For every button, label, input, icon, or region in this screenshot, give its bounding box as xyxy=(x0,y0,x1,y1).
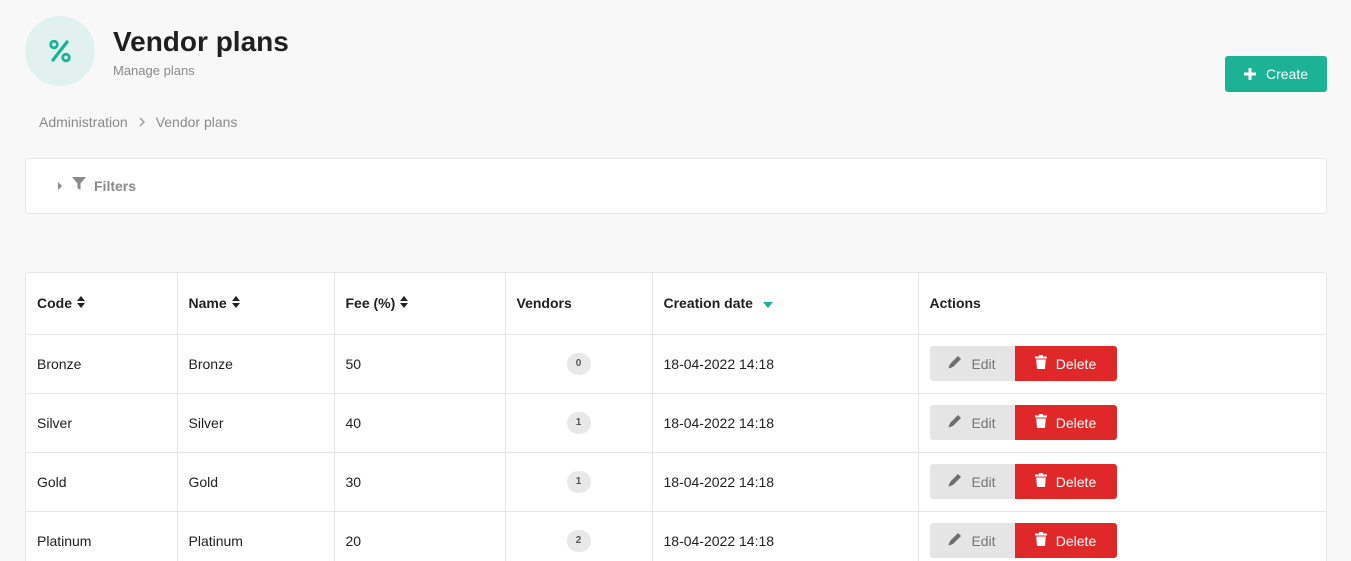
table-row: Silver Silver 40 1 18-04-2022 14:18 Edit xyxy=(26,393,1326,453)
create-button[interactable]: Create xyxy=(1225,56,1327,92)
column-header-code[interactable]: Code xyxy=(26,273,178,335)
filters-toggle[interactable]: Filters xyxy=(56,177,136,194)
cell-actions: Edit Delete xyxy=(918,334,1326,394)
cell-code: Platinum xyxy=(26,511,178,561)
pencil-icon xyxy=(948,355,962,372)
cell-vendors: 1 xyxy=(505,452,653,512)
cell-vendors: 0 xyxy=(505,334,653,394)
cell-fee: 40 xyxy=(334,393,506,453)
delete-button[interactable]: Delete xyxy=(1014,346,1117,381)
cell-vendors: 2 xyxy=(505,511,653,561)
table-row: Bronze Bronze 50 0 18-04-2022 14:18 Edit xyxy=(26,334,1326,394)
delete-button[interactable]: Delete xyxy=(1014,405,1117,440)
edit-button[interactable]: Edit xyxy=(929,346,1015,381)
breadcrumb: Administration Vendor plans xyxy=(39,114,237,130)
edit-button[interactable]: Edit xyxy=(929,464,1015,499)
filters-panel: Filters xyxy=(25,158,1327,214)
cell-vendors: 1 xyxy=(505,393,653,453)
cell-creation-date: 18-04-2022 14:18 xyxy=(652,393,919,453)
cell-creation-date: 18-04-2022 14:18 xyxy=(652,452,919,512)
pencil-icon xyxy=(948,473,962,490)
cell-code: Gold xyxy=(26,452,178,512)
column-header-creation-date[interactable]: Creation date xyxy=(652,273,919,335)
cell-fee: 30 xyxy=(334,452,506,512)
create-button-label: Create xyxy=(1265,66,1309,82)
cell-name: Platinum xyxy=(177,511,335,561)
trash-icon xyxy=(1034,473,1047,490)
percent-icon xyxy=(25,16,95,86)
cell-name: Silver xyxy=(177,393,335,453)
trash-icon xyxy=(1034,532,1047,549)
cell-fee: 50 xyxy=(334,334,506,394)
plus-icon xyxy=(1243,67,1256,81)
filter-icon xyxy=(72,177,86,194)
trash-icon xyxy=(1034,355,1047,372)
pencil-icon xyxy=(948,532,962,549)
edit-button[interactable]: Edit xyxy=(929,523,1015,558)
sort-icon xyxy=(231,295,240,311)
filters-label: Filters xyxy=(94,177,137,194)
vendor-count-badge: 2 xyxy=(566,529,591,552)
page-subtitle: Manage plans xyxy=(113,63,195,78)
pencil-icon xyxy=(948,414,962,431)
cell-creation-date: 18-04-2022 14:18 xyxy=(652,511,919,561)
delete-button[interactable]: Delete xyxy=(1014,464,1117,499)
vendor-count-badge: 1 xyxy=(566,470,591,493)
column-header-name[interactable]: Name xyxy=(177,273,335,335)
plans-table: Code Name Fee (%) Vendors Creation date … xyxy=(25,272,1327,561)
vendor-count-badge: 1 xyxy=(566,411,591,434)
page: Vendor plans Manage plans Create Adminis… xyxy=(0,0,1351,561)
vendor-count-badge: 0 xyxy=(566,352,591,375)
cell-code: Silver xyxy=(26,393,178,453)
column-header-vendors: Vendors xyxy=(505,273,653,335)
cell-actions: Edit Delete xyxy=(918,393,1326,453)
trash-icon xyxy=(1034,414,1047,431)
cell-name: Gold xyxy=(177,452,335,512)
delete-button[interactable]: Delete xyxy=(1014,523,1117,558)
chevron-right-icon xyxy=(138,116,146,128)
cell-creation-date: 18-04-2022 14:18 xyxy=(652,334,919,394)
table-header-row: Code Name Fee (%) Vendors Creation date … xyxy=(26,273,1326,335)
table-row: Platinum Platinum 20 2 18-04-2022 14:18 … xyxy=(26,511,1326,561)
sort-icon xyxy=(400,295,409,311)
cell-actions: Edit Delete xyxy=(918,511,1326,561)
sort-desc-icon xyxy=(762,295,773,311)
caret-right-icon xyxy=(56,178,64,194)
breadcrumb-item-administration[interactable]: Administration xyxy=(39,114,128,130)
cell-name: Bronze xyxy=(177,334,335,394)
cell-actions: Edit Delete xyxy=(918,452,1326,512)
table-row: Gold Gold 30 1 18-04-2022 14:18 Edit Del… xyxy=(26,452,1326,512)
sort-icon xyxy=(77,295,85,311)
column-header-fee[interactable]: Fee (%) xyxy=(334,273,506,335)
edit-button[interactable]: Edit xyxy=(929,405,1015,440)
cell-fee: 20 xyxy=(334,511,506,561)
breadcrumb-item-current: Vendor plans xyxy=(155,114,238,130)
cell-code: Bronze xyxy=(26,334,178,394)
page-title: Vendor plans xyxy=(113,26,289,57)
column-header-actions: Actions xyxy=(918,273,1326,335)
